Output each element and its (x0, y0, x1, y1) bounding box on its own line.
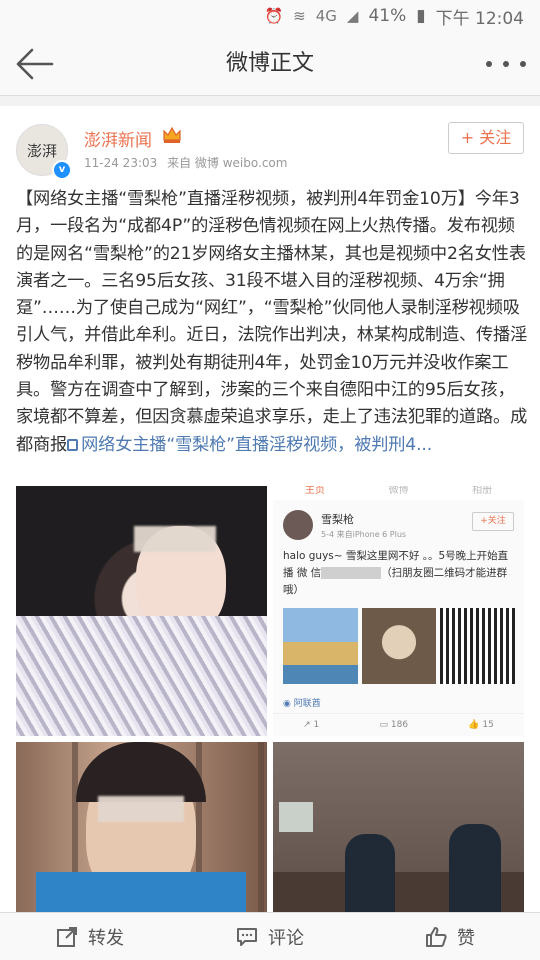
battery-level: 41% (368, 6, 407, 26)
photo-3[interactable] (16, 742, 267, 912)
embedded-tab: 主页 (304, 486, 325, 496)
officer-figure (449, 824, 501, 912)
embedded-action-bar: ↗ 1 ▭ 186 👍 15 (273, 713, 524, 736)
repost-label: 转发 (88, 927, 124, 949)
more-button[interactable] (486, 50, 526, 78)
redaction-box (321, 567, 382, 579)
page-title: 微博正文 (225, 51, 314, 76)
alarm-icon: ⏰ (264, 7, 284, 25)
bottom-toolbar: 转发 评论 赞 (0, 912, 540, 960)
network-type: 4G (315, 7, 337, 25)
post-body: 【网络女主播“雪梨枪”直播淫秽视频，被判刑4年罚金10万】今年3月，一段名为“成… (16, 186, 528, 459)
photo-2-screenshot[interactable]: 主页 微博 相册 雪梨枪 5-4 来自iPhone 6 Plus +关注 hal… (273, 486, 524, 736)
embedded-comments: ▭ 186 (379, 720, 409, 730)
post-source: 来自 微博 weibo.com (167, 156, 288, 170)
privacy-blur (98, 796, 184, 822)
embedded-likes: 👍 15 (468, 720, 494, 730)
embedded-avatar (283, 510, 313, 540)
photo-1[interactable] (16, 486, 267, 736)
post-card: 澎湃 v 澎湃新闻 11-24 23:03 来自 微博 weibo.com + … (0, 106, 540, 912)
author-name[interactable]: 澎湃新闻 (84, 126, 152, 151)
like-button[interactable]: 赞 (360, 913, 540, 960)
like-label: 赞 (457, 927, 475, 949)
privacy-blur (134, 526, 216, 552)
back-button[interactable] (14, 46, 56, 82)
photo-4[interactable] (273, 742, 524, 912)
thumbnail-statue (361, 608, 437, 684)
post-meta: 11-24 23:03 来自 微博 weibo.com (84, 154, 293, 171)
embedded-follow: +关注 (472, 512, 514, 531)
comment-icon (237, 927, 257, 946)
shirt-shape (36, 872, 246, 912)
embedded-source: 5-4 来自iPhone 6 Plus (321, 530, 407, 539)
article-link[interactable]: 网络女主播“雪梨枪”直播淫秽视频，被判刑4... (67, 435, 432, 455)
repost-button[interactable]: 转发 (0, 913, 180, 960)
post-time: 11-24 23:03 (84, 156, 158, 170)
embedded-tabs: 主页 微博 相册 (273, 486, 524, 500)
article-link-label: 网络女主播“雪梨枪”直播淫秽视频，被判刑4... (81, 434, 433, 455)
embedded-text: halo guys~ 雪梨这里网不好 。。5号晚上开始直播 微 信（扫朋友圈二维… (283, 550, 509, 596)
wifi-icon: ≋ (293, 7, 306, 25)
embedded-thumbnails (283, 608, 516, 684)
repost-icon (57, 926, 77, 947)
officer-figure (345, 834, 395, 912)
back-arrow-icon (16, 48, 54, 80)
fur-coat (16, 616, 267, 736)
like-icon (426, 926, 447, 947)
thumbnail-qrcode (440, 608, 516, 684)
clock: 下午 12:04 (435, 8, 524, 29)
link-icon (67, 438, 79, 451)
signal-icon: ◢ (346, 7, 359, 25)
courtroom-screen (279, 802, 313, 832)
follow-button[interactable]: + 关注 (448, 122, 524, 154)
comment-button[interactable]: 评论 (180, 913, 360, 960)
thumbnail-hotel (283, 608, 358, 684)
crown-icon (163, 126, 181, 143)
more-icon (486, 61, 492, 67)
status-bar: ⏰ ≋ 4G ◢ 41% ▮ 下午 12:04 (0, 0, 540, 32)
verified-icon: v (52, 160, 72, 180)
embedded-tab: 相册 (472, 486, 493, 496)
embedded-reposts: ↗ 1 (303, 720, 320, 730)
embedded-tab: 微博 (388, 486, 409, 496)
embedded-location: ◉ 阿联酋 (283, 699, 321, 709)
embedded-user: 雪梨枪 (321, 513, 354, 526)
post-text: 【网络女主播“雪梨枪”直播淫秽视频，被判刑4年罚金10万】今年3月，一段名为“成… (16, 189, 528, 455)
battery-icon: ▮ (416, 6, 426, 26)
nav-bar: 微博正文 (0, 32, 540, 96)
comment-label: 评论 (268, 927, 304, 949)
